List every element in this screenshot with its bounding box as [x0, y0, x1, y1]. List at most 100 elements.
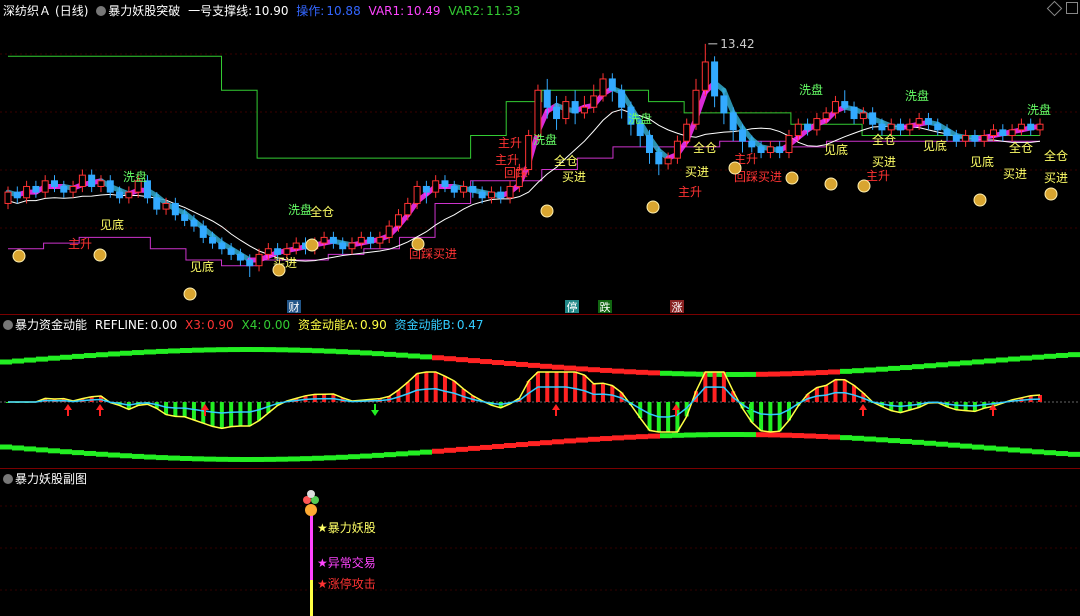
signal-label: 买进 [1044, 171, 1068, 185]
candle-body [711, 61, 719, 97]
lower-band-block [636, 434, 648, 440]
money-bag-icon [183, 287, 197, 301]
main-price-chart[interactable]: 13.42洗盘见底主升见底 买进洗盘全仓主升回踩买进主升回踩洗盘全仓买进洗盘全仓买… [0, 18, 1080, 314]
upper-band-block [504, 360, 516, 366]
upper-band-block [840, 368, 852, 374]
momentum-toggle-icon[interactable] [3, 320, 13, 330]
expand-diamond-icon[interactable] [1046, 0, 1063, 17]
candle-body [106, 180, 114, 193]
lower-band-block [1020, 448, 1032, 454]
candle-body [385, 225, 393, 238]
upper-band-block [312, 348, 324, 354]
lower-band-block [540, 440, 552, 446]
signal-label: 洗盘 [628, 111, 652, 126]
sub-chart[interactable]: ★暴力妖股 ★异常交易 ★涨停攻击 [0, 488, 1080, 616]
sub-indicator-name[interactable]: 暴力妖股副图 [15, 472, 87, 486]
lower-band-block [672, 432, 684, 438]
money-bag-icon [1044, 187, 1058, 201]
signal-label: 洗盘 [533, 132, 557, 147]
upper-band-block [780, 371, 792, 377]
upper-band-block [60, 354, 72, 360]
candle-body [69, 185, 77, 193]
candle-body [23, 185, 31, 199]
momentum-bar [424, 372, 429, 402]
lower-band-block [336, 454, 348, 460]
candle-body [1008, 129, 1016, 137]
lower-band-block [84, 450, 96, 456]
signal-label: 洗盘 [288, 202, 312, 217]
upper-band-block [156, 348, 168, 354]
upper-band-block [444, 356, 456, 362]
upper-band-block [12, 358, 24, 364]
lower-band-block [312, 455, 324, 461]
candle-body [562, 101, 570, 120]
up-arrow-icon [96, 404, 104, 416]
upper-band-block [516, 361, 528, 367]
lower-band-block [216, 456, 228, 462]
candle-body [190, 219, 198, 227]
momentum-bar [759, 402, 764, 431]
stock-name[interactable]: 深纺织Ａ [3, 4, 51, 18]
upper-band-block [612, 368, 624, 374]
candle-body [329, 236, 337, 244]
refline-value: 0.00 [150, 318, 178, 332]
indicator-toggle-icon[interactable] [96, 6, 107, 16]
main-indicator-name[interactable]: 暴力妖股突破 [108, 4, 180, 18]
candle-body [376, 236, 384, 244]
momentum-bar [898, 402, 903, 413]
signal-label: 见底 [100, 217, 124, 232]
lower-band-block [756, 432, 768, 438]
momentum-chart[interactable] [0, 334, 1080, 484]
lower-band-block [372, 452, 384, 458]
money-bag-icon [785, 171, 799, 185]
lower-band-block [480, 444, 492, 450]
up-arrow-icon [64, 404, 72, 416]
refline-label: REFLINE: [94, 318, 149, 332]
signal-label: 买进 [562, 170, 586, 184]
sub-toggle-icon[interactable] [3, 474, 13, 484]
candle-body [4, 191, 12, 204]
var2-label: VAR2: [448, 4, 485, 18]
period-label[interactable]: (日线) [55, 4, 88, 18]
momentum-bar [601, 383, 606, 402]
candle-body [209, 236, 217, 244]
candle-body [1017, 123, 1025, 131]
upper-band-block [660, 370, 672, 376]
momentum-bar [591, 383, 596, 402]
momentum-indicator-name[interactable]: 暴力资金动能 [15, 318, 87, 332]
lower-band-block [48, 448, 60, 454]
candle-body [1027, 123, 1035, 131]
lower-band-block [156, 455, 168, 461]
money-bag-icon [305, 238, 319, 252]
candle-body [831, 101, 839, 114]
panel-divider[interactable] [0, 468, 1080, 469]
upper-band-block [528, 362, 540, 368]
panel-divider[interactable] [0, 314, 1080, 315]
lower-band-block [1068, 451, 1080, 457]
signal-label: 主升 [866, 169, 890, 183]
momentum-bar [972, 402, 977, 412]
candle-body [88, 174, 96, 187]
lower-band-block [0, 444, 12, 450]
candle-body [181, 214, 189, 221]
candle-body [971, 135, 979, 142]
upper-band-block [876, 366, 888, 372]
candle-body [766, 146, 774, 154]
momentum-bar [191, 402, 196, 420]
candle-body [60, 185, 68, 193]
momentum-bar [257, 402, 262, 421]
candle-body [683, 123, 691, 142]
upper-band-block [948, 361, 960, 367]
lower-band-block [120, 453, 132, 459]
candle-body [794, 123, 802, 137]
upper-band-block [624, 369, 636, 375]
lower-band-block [144, 454, 156, 460]
candle-body [804, 123, 812, 131]
lower-band-block [948, 442, 960, 448]
momentum-bar [573, 372, 578, 402]
upper-band-block [252, 347, 264, 353]
event-tag: 跌 [600, 300, 611, 314]
upper-band-block [0, 359, 12, 365]
panel-close-icon[interactable] [1066, 2, 1078, 14]
candle-body [813, 118, 821, 131]
